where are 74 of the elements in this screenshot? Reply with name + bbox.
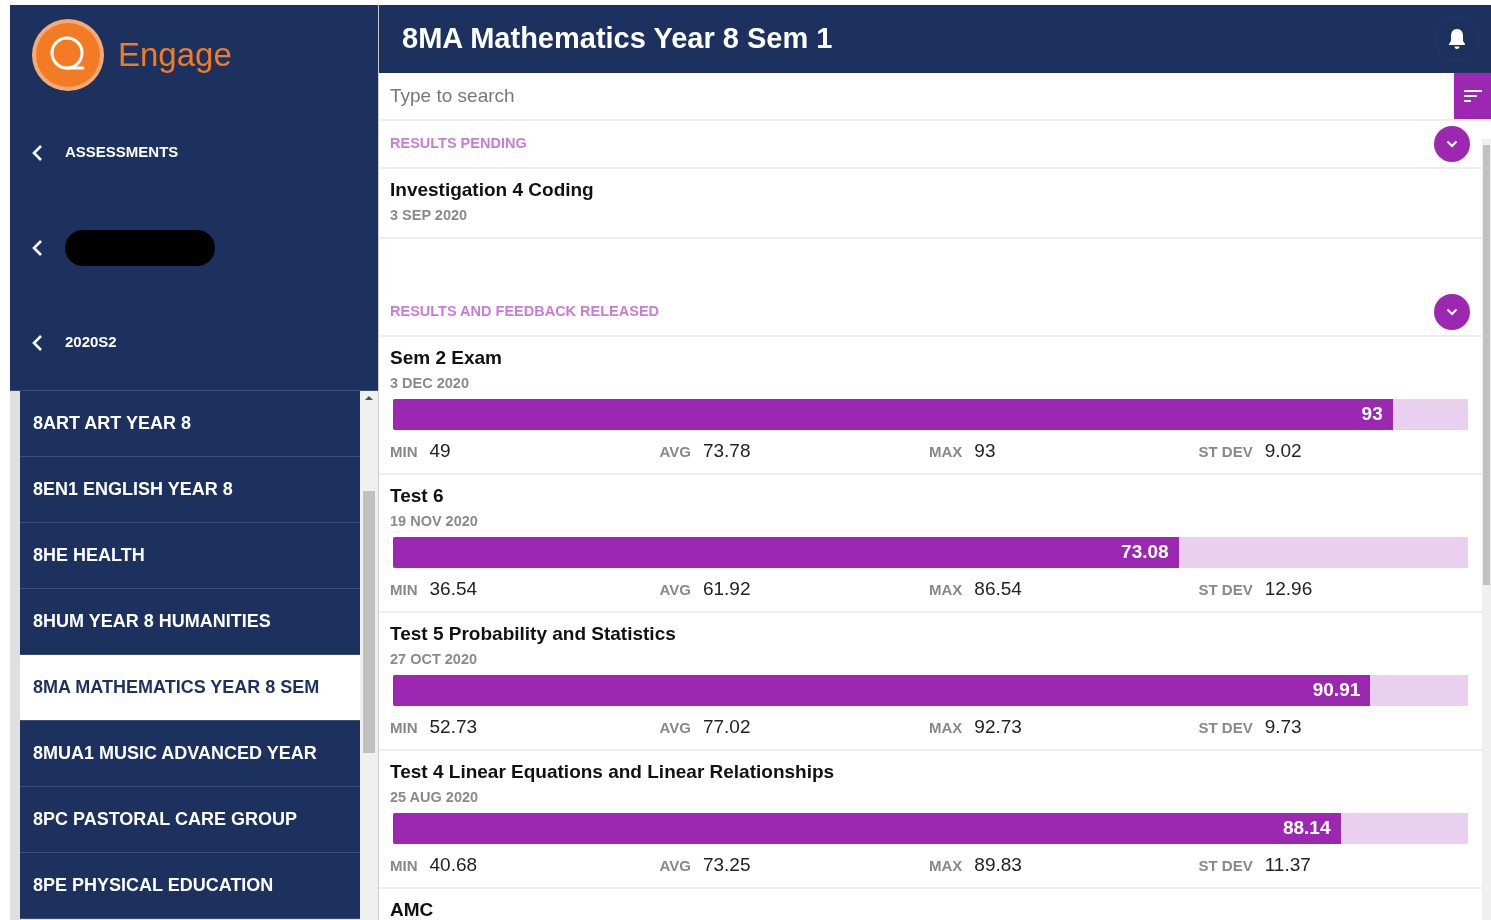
score-value: 93 <box>1361 401 1383 426</box>
stat-label: ST DEV <box>1198 855 1253 876</box>
stat-value: 73.78 <box>702 438 751 463</box>
stat-label: MIN <box>390 855 418 876</box>
assessment-title[interactable]: Test 6 <box>390 485 1468 508</box>
back-chevron-icon[interactable] <box>32 143 43 162</box>
assessment-date: 3 SEP 2020 <box>390 205 469 225</box>
stat-label: MIN <box>390 717 418 738</box>
logo-icon <box>32 19 104 91</box>
stat-label: AVG <box>659 441 691 462</box>
assessment-title[interactable]: Investigation 4 Coding <box>390 179 1468 202</box>
stat-value: 77.02 <box>702 714 751 739</box>
stat-label: AVG <box>659 579 691 600</box>
chevron-down-icon <box>1446 140 1458 148</box>
stat-label: AVG <box>659 855 691 876</box>
stat-value: 93 <box>974 438 996 463</box>
course-item[interactable]: 8ART ART YEAR 8 <box>20 391 360 457</box>
score-value: 73.08 <box>1121 539 1169 564</box>
score-value: 90.91 <box>1312 677 1361 702</box>
stat-value: 40.68 <box>429 852 478 877</box>
course-item[interactable]: 8HUM YEAR 8 HUMANITIES <box>20 589 360 655</box>
section-title: RESULTS AND FEEDBACK RELEASED <box>390 302 660 322</box>
stat-value: 61.92 <box>702 576 751 601</box>
stat-value: 86.54 <box>974 576 1022 601</box>
stat-label: MAX <box>929 855 963 876</box>
course-item[interactable]: 8MUA1 MUSIC ADVANCED YEAR <box>20 721 360 787</box>
assessment-title[interactable]: AMC <box>390 899 1468 920</box>
collapse-button[interactable] <box>1434 126 1470 162</box>
page-title: 8MA Mathematics Year 8 Sem 1 <box>402 21 833 57</box>
stat-value: 73.25 <box>702 852 751 877</box>
assessment-title[interactable]: Test 5 Probability and Statistics <box>390 623 1468 646</box>
stat-value: 36.54 <box>429 576 478 601</box>
score-value: 88.14 <box>1282 815 1331 840</box>
stat-value: 11.37 <box>1264 852 1311 877</box>
course-item[interactable]: 8PE PHYSICAL EDUCATION <box>20 853 360 919</box>
section-title: RESULTS PENDING <box>390 134 527 154</box>
breadcrumb-link[interactable]: 2020S2 <box>65 331 117 354</box>
stat-label: MIN <box>390 579 418 600</box>
stat-label: AVG <box>659 717 691 738</box>
stat-value: 89.83 <box>974 852 1022 877</box>
course-item[interactable]: 8MA MATHEMATICS YEAR 8 SEM <box>20 655 360 721</box>
stat-label: MAX <box>929 441 963 462</box>
back-chevron-icon[interactable] <box>32 333 43 352</box>
chevron-down-icon <box>1446 308 1458 316</box>
stat-label: ST DEV <box>1198 441 1253 462</box>
back-chevron-icon[interactable] <box>32 238 43 257</box>
course-item[interactable]: 8EN1 ENGLISH YEAR 8 <box>20 457 360 523</box>
course-item[interactable]: 8PC PASTORAL CARE GROUP <box>20 787 360 853</box>
assessment-date: 3 DEC 2020 <box>390 373 470 393</box>
course-item[interactable]: 8HE HEALTH <box>20 523 360 589</box>
scrollbar[interactable] <box>360 391 378 920</box>
filter-button[interactable] <box>1454 73 1491 119</box>
filter-icon <box>1463 89 1482 103</box>
breadcrumb-link[interactable]: ASSESSMENTS <box>65 141 179 164</box>
app-name: Engage <box>118 35 232 76</box>
stat-label: ST DEV <box>1198 717 1253 738</box>
stat-value: 52.73 <box>429 714 478 739</box>
stat-value: 9.02 <box>1264 438 1302 463</box>
scrollbar[interactable] <box>1482 139 1491 920</box>
assessment-date: 27 OCT 2020 <box>390 649 479 669</box>
stat-label: MIN <box>390 441 418 462</box>
collapse-button[interactable] <box>1434 294 1470 330</box>
stat-value: 92.73 <box>974 714 1022 739</box>
stat-value: 12.96 <box>1264 576 1313 601</box>
stat-value: 49 <box>429 438 451 463</box>
stat-label: ST DEV <box>1198 579 1253 600</box>
stat-label: MAX <box>929 717 963 738</box>
stat-value: 9.73 <box>1264 714 1302 739</box>
assessment-title[interactable]: Sem 2 Exam <box>390 347 1468 370</box>
stat-label: MAX <box>929 579 963 600</box>
bell-icon <box>1447 28 1467 50</box>
assessment-title[interactable]: Test 4 Linear Equations and Linear Relationships <box>390 761 1468 784</box>
assessment-date: 25 AUG 2020 <box>390 787 480 807</box>
assessment-date: 19 NOV 2020 <box>390 511 479 531</box>
